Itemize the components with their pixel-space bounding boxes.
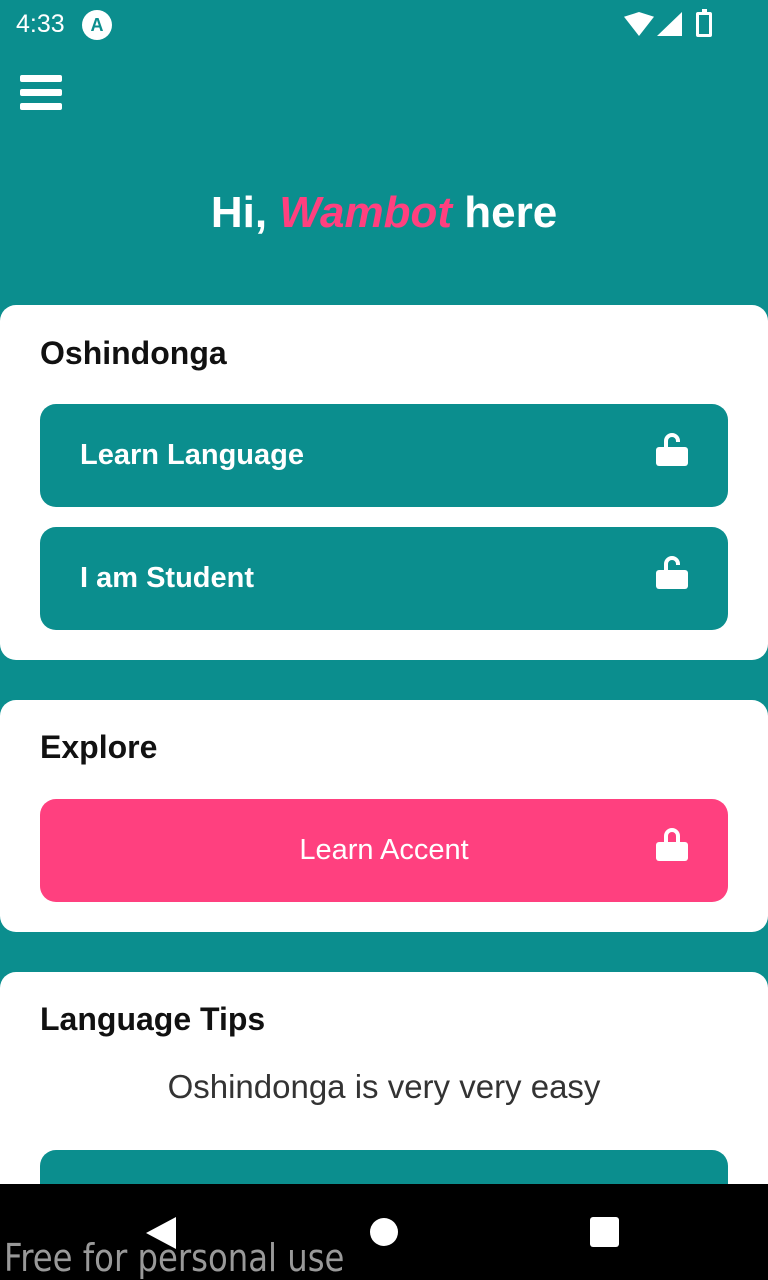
section-title: Oshindonga bbox=[40, 335, 227, 371]
app-notification-icon: A bbox=[82, 10, 112, 40]
learn-accent-button[interactable]: Learn Accent bbox=[40, 799, 728, 902]
lock-icon bbox=[656, 828, 688, 861]
lock-open-icon bbox=[656, 433, 688, 466]
section-oshindonga: Oshindonga Learn Language I am Student bbox=[0, 305, 768, 660]
menu-icon[interactable] bbox=[20, 75, 62, 113]
learn-language-button[interactable]: Learn Language bbox=[40, 404, 728, 507]
signal-icon bbox=[657, 12, 682, 36]
wifi-icon bbox=[624, 12, 654, 36]
i-am-student-button[interactable]: I am Student bbox=[40, 527, 728, 630]
greeting-title: Hi, Wambot here bbox=[210, 188, 558, 237]
section-title: Language Tips bbox=[40, 1001, 266, 1037]
bot-name: Wambot bbox=[279, 188, 452, 237]
recent-apps-icon[interactable] bbox=[590, 1217, 619, 1247]
watermark: Free for personal use bbox=[4, 1236, 345, 1280]
button-label: Learn Language bbox=[80, 439, 304, 471]
status-bar: 4:33 A bbox=[0, 0, 768, 50]
battery-icon bbox=[696, 9, 712, 37]
button-label: Learn Accent bbox=[299, 834, 469, 866]
home-icon[interactable] bbox=[370, 1218, 398, 1246]
section-title: Explore bbox=[40, 729, 158, 765]
status-time: 4:33 bbox=[16, 10, 65, 38]
language-tip-text: Oshindonga is very very easy bbox=[167, 1068, 601, 1105]
section-explore: Explore Learn Accent bbox=[0, 700, 768, 932]
button-label: I am Student bbox=[80, 562, 255, 594]
lock-open-icon bbox=[656, 556, 688, 589]
